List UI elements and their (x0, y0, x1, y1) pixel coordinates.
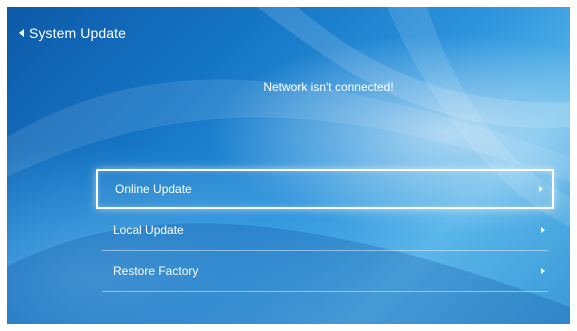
chevron-right-icon (541, 227, 545, 233)
menu-item-local-update[interactable]: Local Update (102, 210, 548, 251)
page-title: System Update (29, 25, 127, 41)
back-button[interactable]: System Update (19, 25, 126, 41)
menu-item-restore-factory[interactable]: Restore Factory (102, 251, 548, 292)
menu-item-label: Local Update (113, 223, 184, 237)
menu-item-online-update[interactable]: Online Update (96, 169, 554, 209)
chevron-right-icon (539, 186, 543, 192)
network-status-message: Network isn't connected! (263, 80, 394, 94)
menu-item-label: Online Update (115, 182, 192, 196)
system-update-screen: System Update Network isn't connected! O… (7, 7, 570, 324)
chevron-right-icon (541, 268, 545, 274)
update-menu: Online Update Local Update Restore Facto… (96, 169, 554, 292)
caret-left-icon (19, 29, 24, 37)
menu-item-label: Restore Factory (113, 264, 199, 278)
